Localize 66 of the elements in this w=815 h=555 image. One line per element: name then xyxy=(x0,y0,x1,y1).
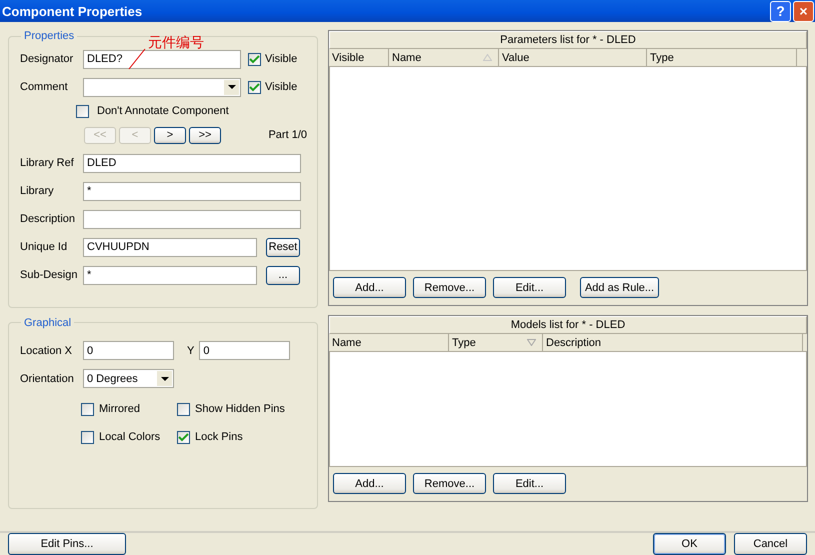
checkbox-label: Lock Pins xyxy=(195,431,243,444)
column-header[interactable]: Value xyxy=(499,49,647,66)
ok-button[interactable]: OK xyxy=(653,533,726,555)
leader-line xyxy=(128,48,146,70)
field-label: Designator xyxy=(20,53,74,65)
list-button[interactable]: Remove... xyxy=(413,473,486,494)
field-label: Y xyxy=(187,344,194,357)
list-button[interactable]: Add... xyxy=(333,473,406,494)
input-field[interactable]: CVHUUPDN xyxy=(83,238,257,256)
checkbox[interactable] xyxy=(81,402,94,416)
checkbox-label: Local Colors xyxy=(99,431,160,444)
column-header[interactable]: Name xyxy=(329,334,449,351)
input-field[interactable] xyxy=(83,210,301,228)
checkbox[interactable] xyxy=(177,430,190,444)
part-label: Part 1/0 xyxy=(268,129,307,141)
caret-icon xyxy=(160,376,168,381)
list-button[interactable]: Edit... xyxy=(493,473,566,494)
column-header[interactable]: Visible xyxy=(329,49,389,66)
field-label: Unique Id xyxy=(20,241,68,253)
field-label: Comment xyxy=(20,81,69,93)
list-button[interactable]: Edit... xyxy=(493,277,566,298)
field-label: Sub-Design xyxy=(20,269,78,281)
input-field[interactable]: * xyxy=(83,266,257,284)
checkbox-label: Mirrored xyxy=(99,403,140,416)
nav-button[interactable]: > xyxy=(154,126,186,144)
checkbox-label: Visible xyxy=(265,81,298,93)
checkbox[interactable] xyxy=(248,80,261,94)
checkbox-label: Show Hidden Pins xyxy=(195,403,285,416)
checkbox[interactable] xyxy=(248,52,261,66)
checkbox[interactable] xyxy=(76,104,89,118)
group-title: Properties xyxy=(23,30,76,42)
cancel-button[interactable]: Cancel xyxy=(734,533,807,555)
group-title: Graphical xyxy=(23,316,72,329)
checkbox[interactable] xyxy=(177,402,190,416)
list-title: Models list for * - DLED xyxy=(329,316,807,334)
column-header[interactable]: Type xyxy=(647,49,797,66)
column-header[interactable]: Description xyxy=(543,334,803,351)
list-button[interactable]: Add... xyxy=(333,277,406,298)
browse-button[interactable]: ... xyxy=(266,266,300,284)
close-button[interactable]: × xyxy=(793,0,814,22)
help-button[interactable]: ? xyxy=(770,0,791,22)
field-label: Orientation xyxy=(20,372,75,385)
annotation-label: 元件编号 xyxy=(148,34,204,52)
input-field[interactable]: DLED xyxy=(83,154,301,172)
checkbox-label: Visible xyxy=(265,53,298,65)
caret-icon xyxy=(228,85,236,89)
checkbox[interactable] xyxy=(81,430,94,444)
window-title: Component Properties xyxy=(2,4,142,18)
field-label: Library Ref xyxy=(20,157,75,169)
input-field[interactable]: 0 xyxy=(83,341,174,360)
column-header[interactable]: Name xyxy=(389,49,499,66)
list-title: Parameters list for * - DLED xyxy=(329,31,807,49)
list-button[interactable]: Add as Rule... xyxy=(580,277,659,298)
input-field[interactable]: DLED? xyxy=(83,50,241,68)
dropdown[interactable]: 0 Degrees xyxy=(83,369,174,388)
field-label: Library xyxy=(20,185,55,197)
field-label: Location X xyxy=(20,344,73,357)
input-field[interactable]: 0 xyxy=(199,341,290,360)
field-label: Description xyxy=(20,213,76,225)
column-header[interactable]: Type xyxy=(449,334,543,351)
input-field[interactable]: * xyxy=(83,182,301,200)
reset-button[interactable]: Reset xyxy=(266,238,300,256)
edit-pins-button[interactable]: Edit Pins... xyxy=(8,533,126,555)
checkbox-label: Don't Annotate Component xyxy=(97,105,229,117)
nav-button[interactable]: >> xyxy=(189,126,221,144)
list-button[interactable]: Remove... xyxy=(413,277,486,298)
